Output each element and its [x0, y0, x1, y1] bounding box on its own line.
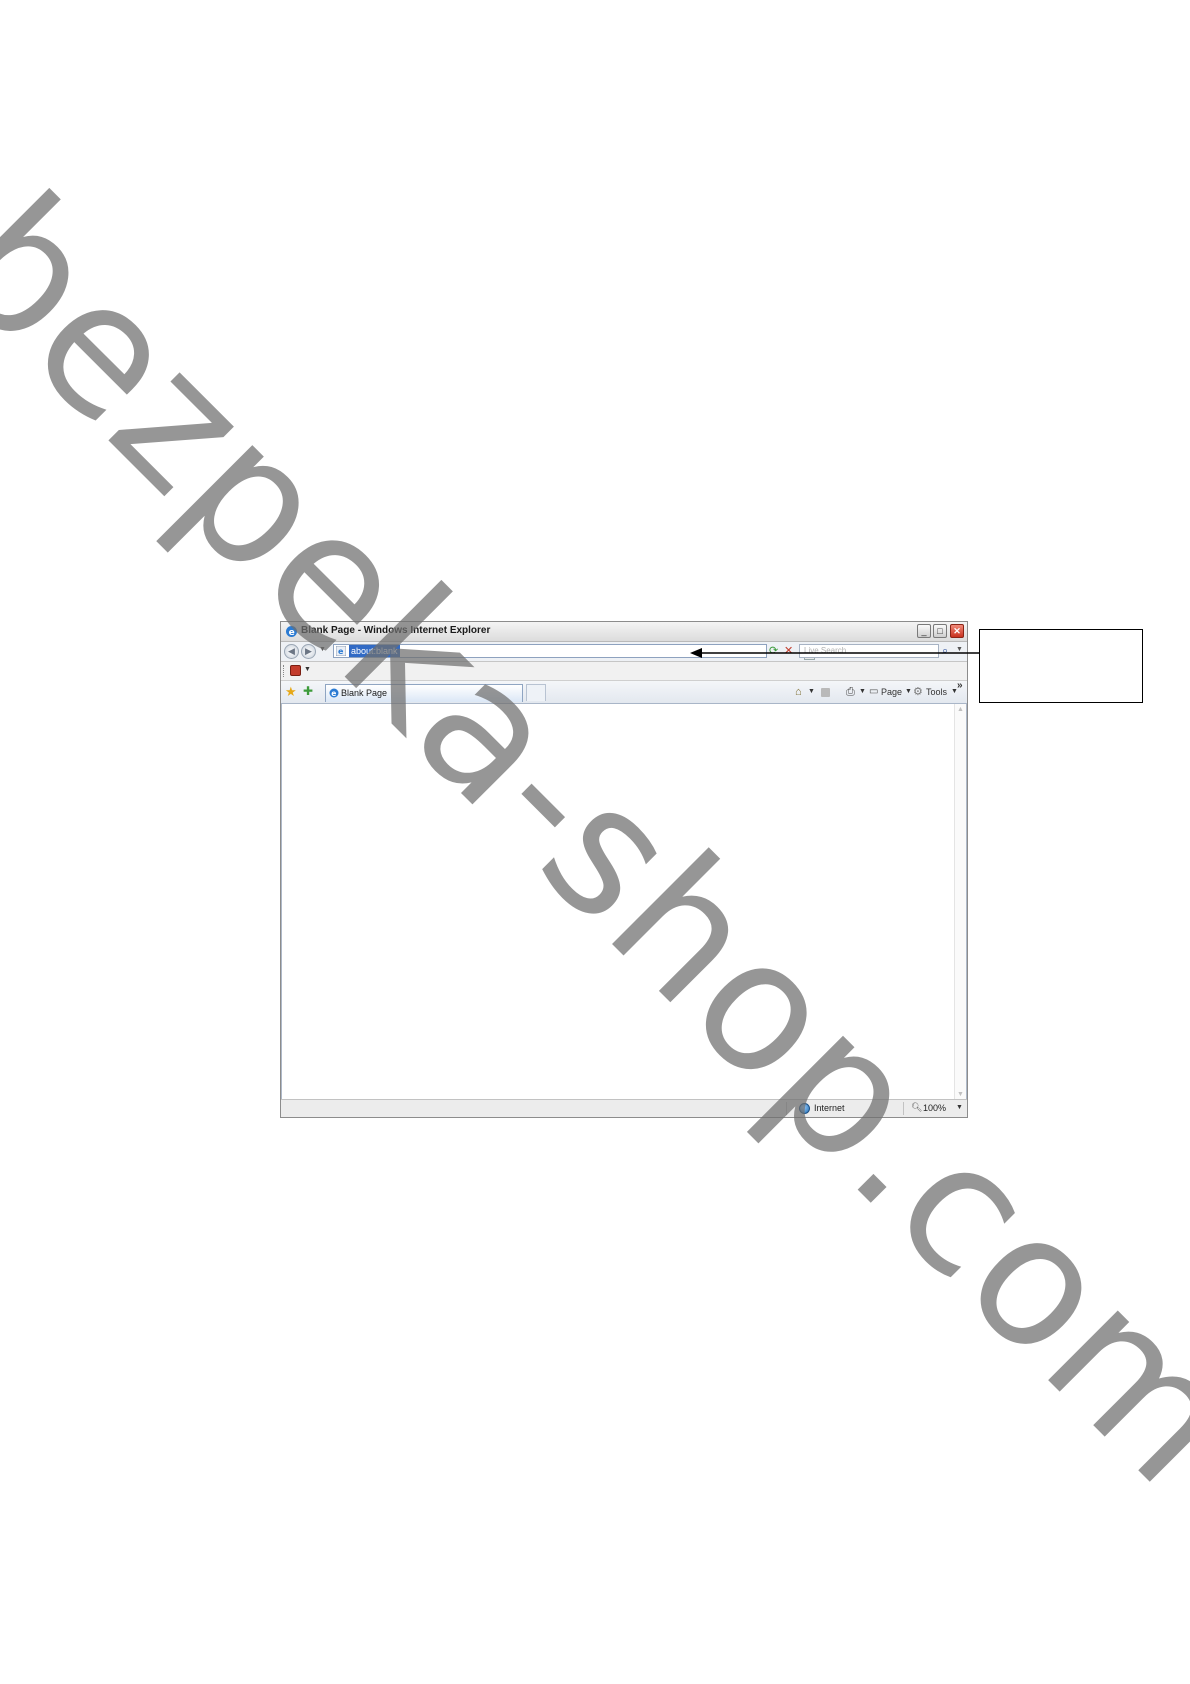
callout-arrow	[690, 648, 979, 658]
